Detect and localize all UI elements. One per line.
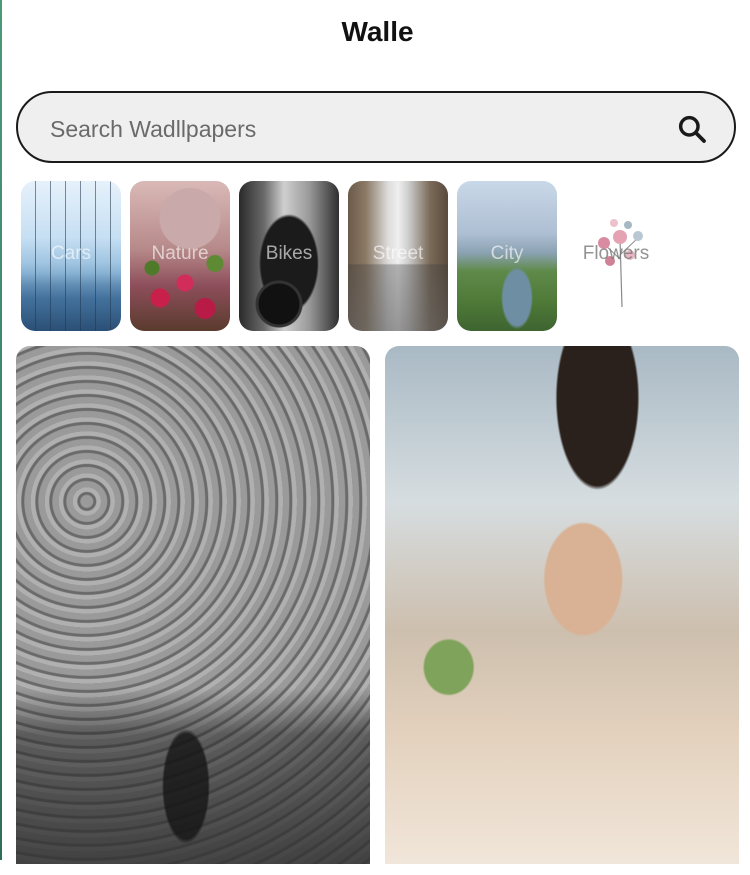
category-city[interactable]: City [457,181,557,331]
category-label: Street [372,243,424,264]
category-nature[interactable]: Nature [130,181,230,331]
category-label: Cars [50,243,92,264]
search-icon[interactable] [676,113,708,145]
category-label: Bikes [265,243,313,264]
category-street[interactable]: Street [348,181,448,331]
app-title: Walle [341,16,414,47]
category-label: Nature [151,243,209,264]
category-label: City [490,243,524,264]
search-input[interactable] [48,111,652,147]
wallpaper-card[interactable] [385,346,739,864]
category-bikes[interactable]: Bikes [239,181,339,331]
category-flowers[interactable]: Flowers [566,181,666,331]
category-label: Flowers [582,243,650,264]
category-cars[interactable]: Cars [21,181,121,331]
search-bar[interactable] [16,91,736,163]
window-edge [0,0,2,860]
wallpaper-card[interactable] [16,346,370,864]
